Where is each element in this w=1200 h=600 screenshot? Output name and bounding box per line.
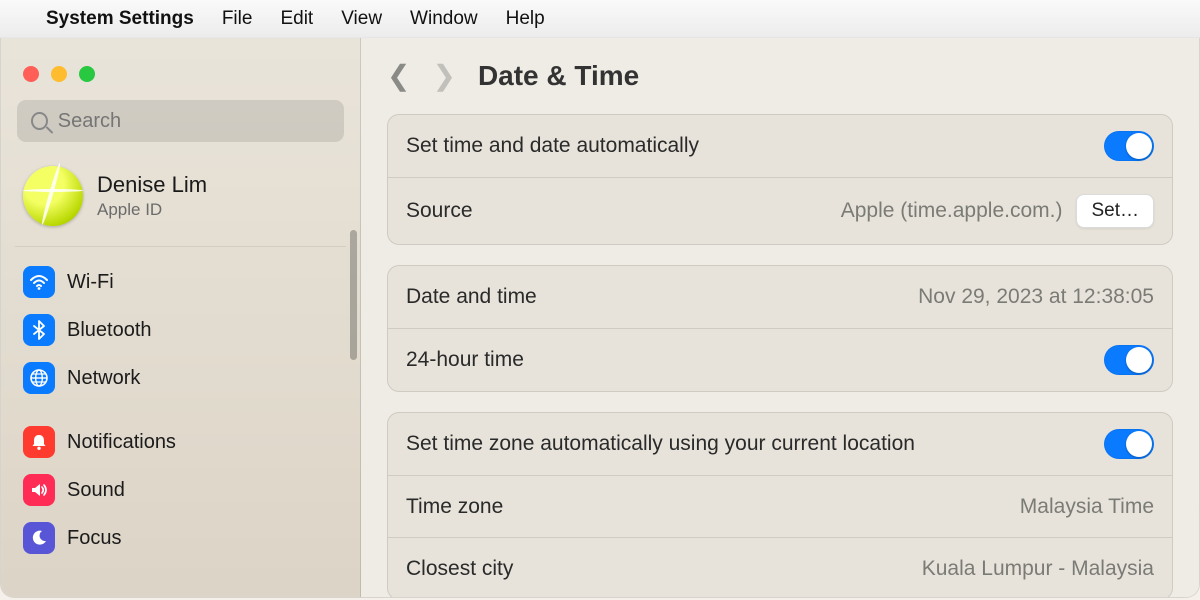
search-input[interactable] <box>58 110 330 133</box>
set-source-button[interactable]: Set… <box>1076 194 1154 228</box>
sidebar-item-network[interactable]: Network <box>15 355 346 401</box>
sidebar-item-sound[interactable]: Sound <box>15 467 346 513</box>
row-label: Date and time <box>406 285 537 309</box>
toggle-tz-auto[interactable] <box>1104 429 1154 459</box>
toggle-24hour[interactable] <box>1104 345 1154 375</box>
menu-view[interactable]: View <box>341 8 382 30</box>
row-label: 24-hour time <box>406 348 524 372</box>
settings-window: Denise Lim Apple ID Wi-Fi Bluetooth <box>0 38 1200 598</box>
sidebar-item-label: Notifications <box>67 431 176 454</box>
row-auto-time: Set time and date automatically <box>388 115 1172 177</box>
bell-icon <box>23 426 55 458</box>
closest-city-value: Kuala Lumpur - Malaysia <box>922 557 1154 581</box>
menu-edit[interactable]: Edit <box>280 8 313 30</box>
page-title: Date & Time <box>478 60 639 92</box>
avatar <box>23 166 83 226</box>
group-datetime: Date and time Nov 29, 2023 at 12:38:05 2… <box>387 265 1173 392</box>
fullscreen-window-button[interactable] <box>79 66 95 82</box>
toggle-auto-time[interactable] <box>1104 131 1154 161</box>
sidebar-item-wifi[interactable]: Wi-Fi <box>15 259 346 305</box>
wifi-icon <box>23 266 55 298</box>
row-tz-auto: Set time zone automatically using your c… <box>388 413 1172 475</box>
globe-icon <box>23 362 55 394</box>
sidebar-item-label: Focus <box>67 527 121 550</box>
row-label: Closest city <box>406 557 513 581</box>
row-label: Time zone <box>406 495 503 519</box>
group-timezone: Set time zone automatically using your c… <box>387 412 1173 597</box>
search-icon <box>31 112 48 130</box>
sidebar-item-notifications[interactable]: Notifications <box>15 419 346 465</box>
row-24hour: 24-hour time <box>388 328 1172 391</box>
moon-icon <box>23 522 55 554</box>
bluetooth-icon <box>23 314 55 346</box>
row-label: Source <box>406 199 473 223</box>
group-time-source: Set time and date automatically Source A… <box>387 114 1173 245</box>
account-name: Denise Lim <box>97 172 207 198</box>
content-header: ❮ ❯ Date & Time <box>387 60 1173 92</box>
row-closest-city: Closest city Kuala Lumpur - Malaysia <box>388 537 1172 597</box>
sidebar-item-focus[interactable]: Focus <box>15 515 346 561</box>
sidebar-separator <box>15 403 346 417</box>
close-window-button[interactable] <box>23 66 39 82</box>
sidebar-item-label: Sound <box>67 479 125 502</box>
content-pane: ❮ ❯ Date & Time Set time and date automa… <box>361 38 1199 597</box>
menu-window[interactable]: Window <box>410 8 478 30</box>
source-value: Apple (time.apple.com.) <box>841 199 1063 223</box>
sidebar-item-label: Bluetooth <box>67 319 152 342</box>
menubar: System Settings File Edit View Window He… <box>0 0 1200 38</box>
menubar-app-name[interactable]: System Settings <box>46 8 194 30</box>
timezone-value: Malaysia Time <box>1020 495 1154 519</box>
nav-back-button[interactable]: ❮ <box>387 62 410 90</box>
row-label: Set time and date automatically <box>406 134 699 158</box>
row-datetime: Date and time Nov 29, 2023 at 12:38:05 <box>388 266 1172 328</box>
minimize-window-button[interactable] <box>51 66 67 82</box>
search-field[interactable] <box>17 100 344 142</box>
sidebar: Denise Lim Apple ID Wi-Fi Bluetooth <box>1 38 361 597</box>
row-label: Set time zone automatically using your c… <box>406 432 915 456</box>
sidebar-scrollbar[interactable] <box>350 230 357 360</box>
row-source: Source Apple (time.apple.com.) Set… <box>388 177 1172 244</box>
account-subtitle: Apple ID <box>97 200 207 220</box>
window-controls <box>23 66 346 82</box>
datetime-value: Nov 29, 2023 at 12:38:05 <box>918 285 1154 309</box>
sidebar-list: Wi-Fi Bluetooth Network Notifications <box>15 259 346 561</box>
speaker-icon <box>23 474 55 506</box>
menu-help[interactable]: Help <box>506 8 545 30</box>
sidebar-item-label: Network <box>67 367 140 390</box>
sidebar-item-bluetooth[interactable]: Bluetooth <box>15 307 346 353</box>
account-row[interactable]: Denise Lim Apple ID <box>15 160 346 247</box>
row-timezone: Time zone Malaysia Time <box>388 475 1172 537</box>
nav-forward-button[interactable]: ❯ <box>432 62 455 90</box>
sidebar-item-label: Wi-Fi <box>67 271 114 294</box>
menu-file[interactable]: File <box>222 8 253 30</box>
